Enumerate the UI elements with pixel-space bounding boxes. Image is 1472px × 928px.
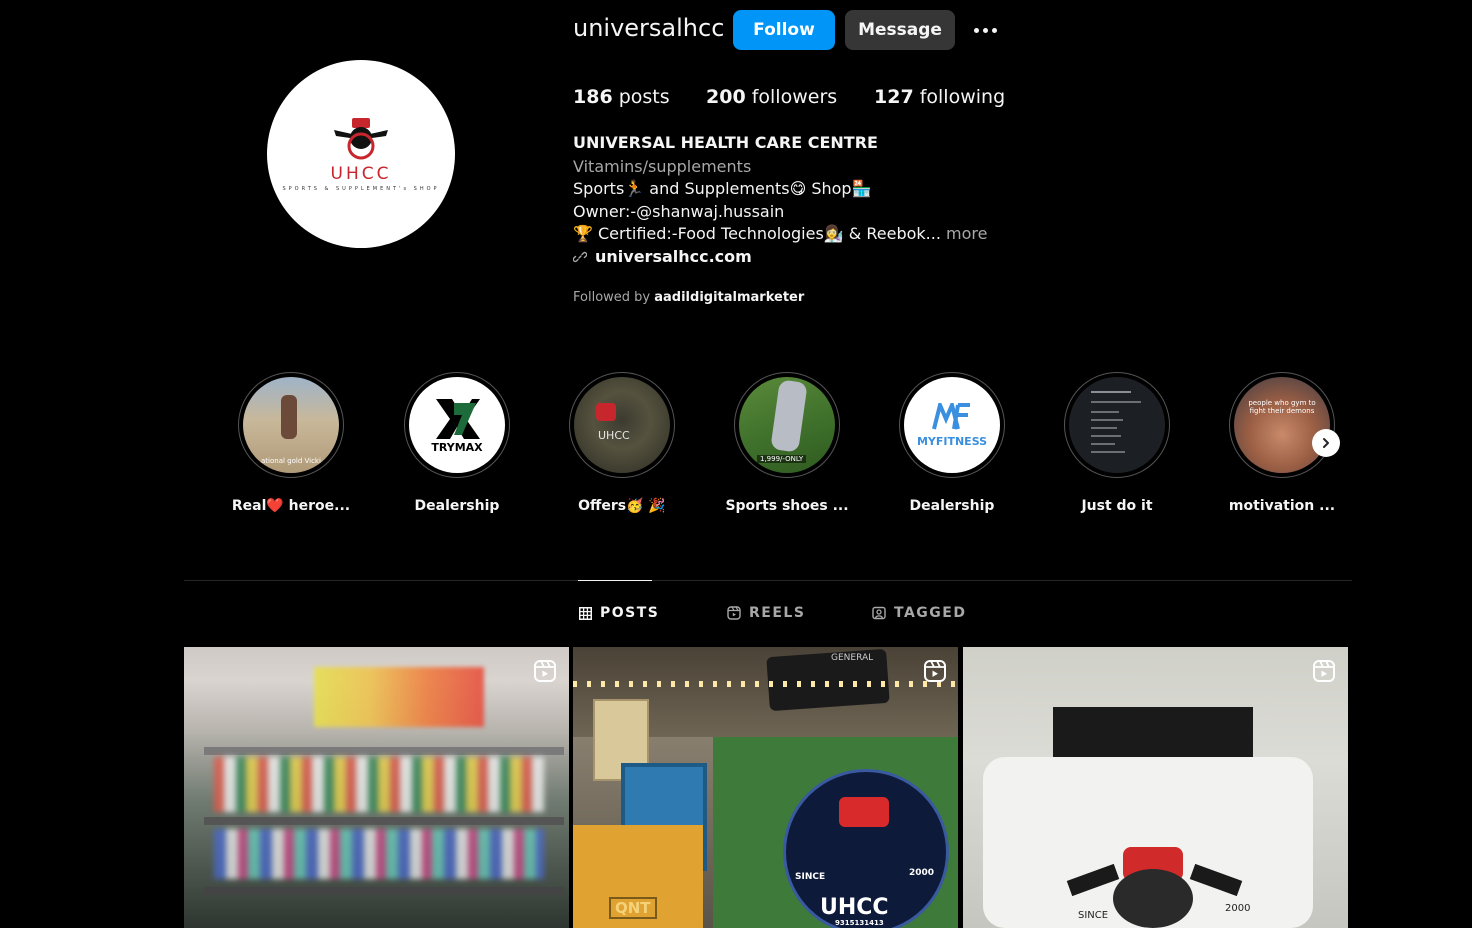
bio-more-link[interactable]: more [946,224,987,243]
highlight-ring: ational gold Vicki [238,372,344,478]
profile-website-row[interactable]: universalhcc.com [573,247,752,266]
highlight-thumbnail: UHCC [574,377,670,473]
following-stat[interactable]: 127 following [874,86,1005,108]
post-text: QNT [609,897,657,919]
highlight-ring [1064,372,1170,478]
highlight-label: Sports shoes ... [725,498,849,514]
active-tab-indicator [578,580,652,581]
bio-line-3-text: 🏆 Certified:-Food Technologies👩‍🔬 & Reeb… [573,224,941,243]
follow-button[interactable]: Follow [733,10,835,50]
highlight-ring: people who gym to fight their demons [1229,372,1335,478]
highlight-item[interactable]: ational gold Vicki Real❤️ heroe... [221,372,361,514]
highlight-thumbnail: MYFITNESS [904,377,1000,473]
grid-icon [579,606,592,620]
profile-full-name: UNIVERSAL HEALTH CARE CENTRE [573,133,878,152]
reel-icon [534,660,556,682]
post-text: GENERAL [831,653,874,663]
link-icon [573,251,587,262]
tab-posts-label: POSTS [600,605,660,621]
highlight-thumb-text: MYFITNESS [916,434,988,448]
highlight-thumb-text: UHCC [598,429,630,442]
highlight-thumbnail: people who gym to fight their demons [1234,377,1330,473]
highlight-item[interactable]: Just do it [1047,372,1187,514]
highlight-thumbnail [1069,377,1165,473]
highlight-label: Dealership [909,498,995,514]
tab-tagged-label: TAGGED [894,605,967,621]
uhcc-logo-icon [334,117,388,159]
highlight-item[interactable]: UHCC Offers🥳 🎉 [552,372,692,514]
post-text: 9315131413 [835,919,884,927]
highlight-thumb-text: people who gym to fight their demons [1248,399,1316,415]
tab-reels[interactable]: REELS [727,605,805,621]
highlight-item[interactable]: 1,999/-ONLY Sports shoes ... [717,372,857,514]
highlight-ring: TRYMAX [404,372,510,478]
highlight-ring: MYFITNESS [899,372,1005,478]
bio-line-1: Sports🏃 and Supplements😋 Shop🏪 [573,179,872,198]
tab-reels-label: REELS [749,605,806,621]
posts-count: 186 [573,86,613,108]
bio-line-3: 🏆 Certified:-Food Technologies👩‍🔬 & Reeb… [573,224,987,243]
post-text: 2000 [909,868,935,878]
highlight-label: Offers🥳 🎉 [578,498,666,514]
post-text: UHCC [820,895,889,920]
highlight-ring: UHCC [569,372,675,478]
highlight-label: Real❤️ heroe... [231,498,351,514]
post-thumbnail[interactable]: GENERAL QNT SINCE 2000 UHCC 9315131413 [573,647,958,928]
posts-count-stat: 186 posts [573,86,670,108]
following-count: 127 [874,86,914,108]
highlight-label: Dealership [414,498,500,514]
followed-by-user[interactable]: aadildigitalmarketer [654,290,804,305]
posts-label: posts [618,86,670,108]
tagged-icon [872,606,886,620]
highlight-thumb-text: TRYMAX [431,440,483,454]
post-text: 2000 [1225,903,1251,914]
highlight-thumbnail: TRYMAX [409,377,505,473]
profile-website-link[interactable]: universalhcc.com [595,247,752,266]
profile-avatar[interactable]: UHCC SPORTS & SUPPLEMENT's SHOP [267,60,455,248]
reel-icon [1313,660,1335,682]
reel-icon [924,660,946,682]
highlight-thumbnail: 1,999/-ONLY [739,377,835,473]
highlight-label: Just do it [1081,498,1153,514]
post-text: SINCE [795,872,826,882]
more-options-icon[interactable] [968,18,1002,42]
avatar-logo-subtitle: SPORTS & SUPPLEMENT's SHOP [282,185,440,192]
followers-stat[interactable]: 200 followers [706,86,837,108]
profile-username: universalhcc [573,14,725,42]
profile-category: Vitamins/supplements [573,157,752,176]
tabs-divider [184,580,1352,581]
reels-icon [727,606,741,620]
post-thumbnail[interactable]: SINCE 2000 [963,647,1348,928]
tab-posts[interactable]: POSTS [579,605,659,621]
highlight-item[interactable]: MYFITNESS Dealership [882,372,1022,514]
highlight-thumbnail: ational gold Vicki [243,377,339,473]
message-button[interactable]: Message [845,10,955,50]
followers-count: 200 [706,86,746,108]
followers-label: followers [751,86,838,108]
post-thumbnail[interactable] [184,647,569,928]
highlights-next-button[interactable] [1312,429,1340,457]
highlight-ring: 1,999/-ONLY [734,372,840,478]
bio-line-2: Owner:-@shanwaj.hussain [573,202,785,221]
highlight-thumb-text: ational gold Vicki [261,457,321,465]
highlight-item[interactable]: TRYMAX Dealership [387,372,527,514]
highlight-thumb-text: 1,999/-ONLY [757,455,807,463]
trymax-logo-icon [436,398,480,439]
avatar-logo-text: UHCC [330,163,392,184]
followed-by-text[interactable]: Followed by aadildigitalmarketer [573,290,804,305]
myfitness-logo-icon [932,402,970,429]
chevron-right-icon [1323,438,1329,448]
post-text: SINCE [1078,910,1109,921]
tab-tagged[interactable]: TAGGED [872,605,966,621]
following-label: following [919,86,1006,108]
followed-by-prefix: Followed by [573,290,651,305]
highlight-label: motivation ... [1228,498,1336,514]
